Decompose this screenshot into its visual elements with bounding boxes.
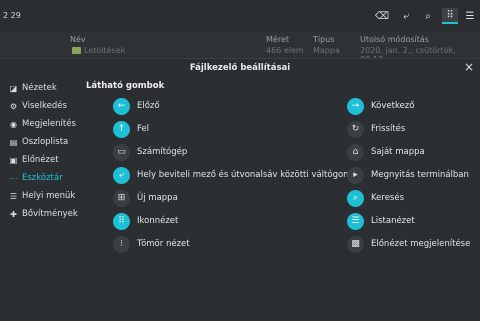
terminal-icon[interactable]: ▸ bbox=[347, 166, 364, 184]
file-row-name[interactable]: Letöltések bbox=[72, 46, 125, 55]
sidebar-item-label: Oszloplista bbox=[22, 137, 69, 147]
left-option-3[interactable]: ▭ Számítógép bbox=[113, 143, 187, 161]
sidebar-item-4[interactable]: ▤ Oszloplista bbox=[0, 133, 82, 151]
sidebar-item-1[interactable]: ◪ Nézetek bbox=[0, 79, 82, 97]
sidebar-item-label: Bővítmények bbox=[22, 209, 78, 219]
sidebar-item-3[interactable]: ◉ Megjelenítés bbox=[0, 115, 82, 133]
arrow-up-icon[interactable]: ↑ bbox=[113, 120, 130, 138]
option-label: Tömör nézet bbox=[137, 239, 190, 249]
sidebar-item-7[interactable]: ☰ Helyi menük bbox=[0, 187, 82, 205]
file-row-label: Letöltések bbox=[84, 46, 126, 55]
menu-icon: ☰ bbox=[9, 191, 18, 201]
column-type[interactable]: Típus bbox=[313, 35, 334, 44]
column-size[interactable]: Méret bbox=[266, 35, 289, 44]
toolbar: 2 29 ⌫ ⤶ ⌕ ⠿ ☰ bbox=[0, 0, 480, 32]
right-option-6[interactable]: ☰ Listanézet bbox=[347, 212, 415, 230]
file-list: Név Méret Típus Utolsó módosítás Letölté… bbox=[0, 32, 480, 64]
left-option-7[interactable]: ⁝ Tömör nézet bbox=[113, 235, 190, 253]
icon-view-icon[interactable]: ⠿ bbox=[113, 212, 130, 230]
columns-icon: ▤ bbox=[9, 137, 18, 147]
option-label: Fel bbox=[137, 124, 150, 134]
image-icon[interactable]: ▩ bbox=[347, 235, 364, 253]
compact-view-icon[interactable]: ⁝ bbox=[113, 235, 130, 253]
preview-icon: ▣ bbox=[9, 155, 18, 165]
section-title: Látható gombok bbox=[86, 81, 165, 91]
right-option-4[interactable]: ▸ Megnyitás terminálban bbox=[347, 166, 469, 184]
list-view-icon[interactable]: ☰ bbox=[462, 8, 478, 24]
option-label: Megnyitás terminálban bbox=[371, 170, 469, 180]
right-option-2[interactable]: ↻ Frissítés bbox=[347, 120, 405, 138]
new-folder-icon[interactable]: ⊞ bbox=[113, 189, 130, 207]
option-label: Következő bbox=[371, 101, 415, 111]
gear-icon: ⚙ bbox=[9, 101, 18, 111]
search-icon[interactable]: ⌕ bbox=[347, 189, 364, 207]
path-toggle-icon[interactable]: ⤶ bbox=[113, 166, 130, 184]
sidebar-item-2[interactable]: ⚙ Viselkedés bbox=[0, 97, 82, 115]
sidebar-item-5[interactable]: ▣ Előnézet bbox=[0, 151, 82, 169]
option-label: Frissítés bbox=[371, 124, 406, 134]
sidebar-item-label: Helyi menük bbox=[22, 191, 76, 201]
sidebar-item-6[interactable]: ⋯ Eszköztár bbox=[0, 169, 82, 187]
left-option-1[interactable]: ← Előző bbox=[113, 97, 160, 115]
home-icon[interactable]: ⌂ bbox=[347, 143, 364, 161]
computer-icon[interactable]: ▭ bbox=[113, 143, 130, 161]
search-icon[interactable]: ⌕ bbox=[420, 8, 436, 24]
right-option-3[interactable]: ⌂ Saját mappa bbox=[347, 143, 425, 161]
option-label: Listanézet bbox=[371, 216, 415, 226]
option-label: Hely beviteli mező és útvonalsáv közötti… bbox=[137, 170, 357, 180]
sidebar-item-label: Előnézet bbox=[22, 155, 59, 165]
file-row-type: Mappa bbox=[313, 46, 340, 55]
dialog-title: Fájlkezelő beállításai bbox=[189, 63, 291, 73]
left-option-5[interactable]: ⊞ Új mappa bbox=[113, 189, 178, 207]
right-option-1[interactable]: → Következő bbox=[347, 97, 414, 115]
toolbar-icon: ⋯ bbox=[9, 173, 18, 183]
sidebar-item-8[interactable]: ✚ Bővítmények bbox=[0, 205, 82, 223]
sidebar-item-label: Viselkedés bbox=[22, 101, 67, 111]
views-icon: ◪ bbox=[9, 83, 18, 93]
location-path[interactable]: 2 29 bbox=[3, 11, 21, 20]
arrow-left-icon[interactable]: ← bbox=[113, 97, 130, 115]
eye-icon: ◉ bbox=[10, 119, 17, 129]
icon-view-icon[interactable]: ⠿ bbox=[442, 8, 458, 24]
option-label: Előnézet megjelenítése bbox=[371, 239, 471, 249]
settings-sidebar: ◪ Nézetek ⚙ Viselkedés ◉ Megjelenítés ▤ Oszlopl… bbox=[0, 79, 82, 223]
refresh-icon[interactable]: ↻ bbox=[347, 120, 364, 138]
left-option-2[interactable]: ↑ Fel bbox=[113, 120, 149, 138]
right-option-5[interactable]: ⌕ Keresés bbox=[347, 189, 404, 207]
option-label: Számítógép bbox=[137, 147, 188, 157]
settings-dialog: Fájlkezelő beállításai × ◪ Nézetek ⚙ Viselk… bbox=[0, 58, 480, 321]
backspace-icon[interactable]: ⌫ bbox=[374, 8, 390, 24]
close-icon[interactable]: × bbox=[464, 60, 474, 74]
sidebar-item-label: Megjelenítés bbox=[22, 119, 76, 129]
path-toggle-icon[interactable]: ⤶ bbox=[398, 8, 414, 24]
arrow-right-icon[interactable]: → bbox=[347, 97, 364, 115]
sidebar-item-label: Nézetek bbox=[22, 83, 57, 93]
column-modified[interactable]: Utolsó módosítás bbox=[360, 35, 429, 44]
option-label: Saját mappa bbox=[371, 147, 425, 157]
left-option-6[interactable]: ⠿ Ikonnézet bbox=[113, 212, 178, 230]
column-name[interactable]: Név bbox=[70, 35, 86, 44]
list-view-icon[interactable]: ☰ bbox=[347, 212, 364, 230]
left-option-4[interactable]: ⤶ Hely beviteli mező és útvonalsáv között… bbox=[113, 166, 357, 184]
option-label: Előző bbox=[137, 101, 160, 111]
option-label: Keresés bbox=[371, 193, 405, 203]
sidebar-item-label: Eszköztár bbox=[22, 173, 63, 183]
right-option-7[interactable]: ▩ Előnézet megjelenítése bbox=[347, 235, 470, 253]
file-row-size: 466 elem bbox=[266, 46, 304, 55]
option-label: Új mappa bbox=[137, 193, 178, 203]
puzzle-icon: ✚ bbox=[10, 209, 17, 219]
folder-icon bbox=[72, 47, 81, 54]
option-label: Ikonnézet bbox=[137, 216, 179, 226]
